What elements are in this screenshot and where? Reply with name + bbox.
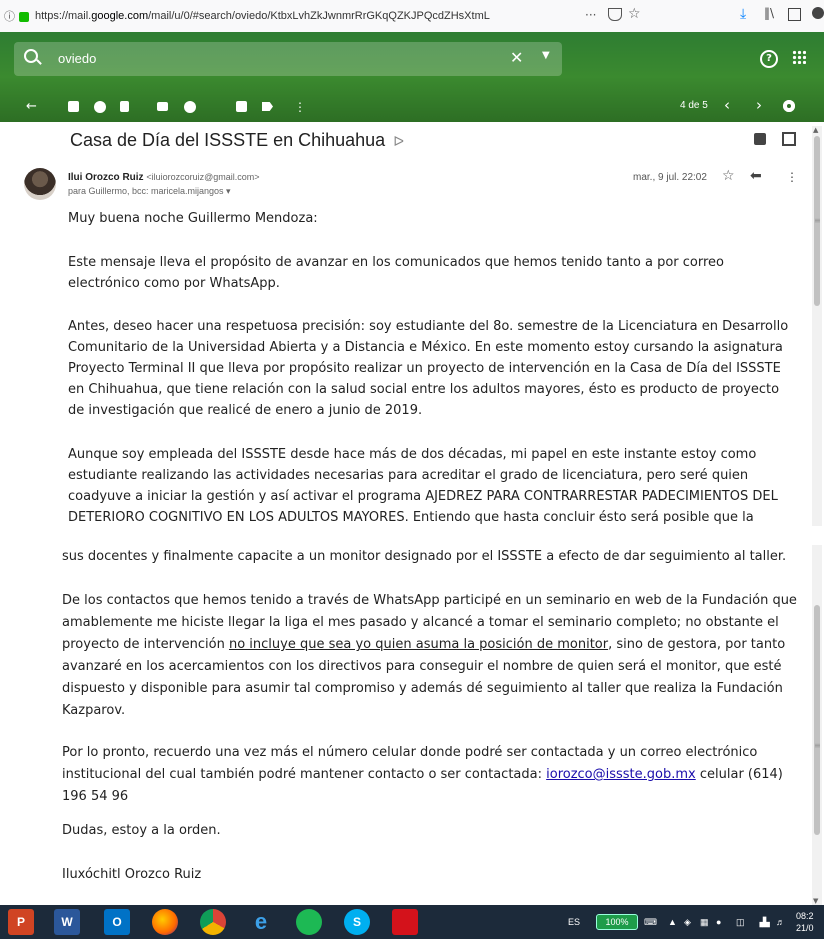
reply-icon[interactable]: ⬅ — [750, 168, 762, 184]
volume-icon[interactable]: ♬ — [776, 917, 785, 927]
message-toolbar: ← ⋮ 4 de 5 ‹ › — [0, 94, 824, 122]
pocket-icon[interactable] — [608, 8, 622, 21]
network-icon[interactable]: ◈ — [684, 917, 691, 928]
underlined-text: no incluye que sea yo quien asuma la pos… — [228, 637, 609, 652]
email-paragraph: De los contactos que hemos tenido a trav… — [62, 590, 802, 722]
star-icon[interactable]: ☆ — [722, 168, 735, 184]
email-paragraph: sus docentes y finalmente capacite a un … — [62, 549, 787, 564]
battery-indicator[interactable]: 100% — [596, 914, 638, 930]
bookmark-star-icon[interactable]: ☆ — [628, 6, 641, 22]
snooze-icon[interactable] — [184, 101, 196, 113]
sender-email: <iluiorozcoruiz@gmail.com> — [146, 172, 260, 182]
apps-grid-icon[interactable] — [792, 50, 806, 64]
browser-url-bar: ⓘ https://mail.google.com/mail/u/0/#sear… — [0, 0, 824, 33]
library-icon[interactable]: ‖\ — [764, 6, 774, 20]
scroll-grip-icon: ≡ — [814, 741, 821, 750]
email-paragraph: Por lo pronto, recuerdo una vez más el n… — [62, 742, 802, 808]
email-link[interactable]: iorozco@issste.gob.mx — [546, 767, 696, 782]
pagination-count: 4 de 5 — [680, 100, 708, 111]
help-icon[interactable]: ? — [760, 50, 778, 68]
important-marker-icon[interactable]: ᐅ — [393, 133, 404, 149]
delete-icon[interactable] — [120, 101, 129, 112]
mark-unread-icon[interactable] — [157, 102, 168, 111]
older-chevron-icon[interactable]: › — [756, 96, 762, 114]
print-icon[interactable] — [754, 133, 766, 145]
search-bar[interactable]: oviedo ✕ ▼ — [14, 42, 562, 76]
message-date: mar., 9 jul. 22:02 — [633, 172, 707, 183]
lock-icon[interactable] — [19, 12, 29, 22]
subject-text: Casa de Día del ISSSTE en Chihuahua — [70, 130, 386, 150]
archive-icon[interactable] — [68, 101, 79, 112]
email-paragraph: Antes, deseo hacer una respetuosa precis… — [68, 319, 789, 418]
url-path: /mail/u/0/#search/oviedo/KtbxLvhZkJwnmrR… — [148, 10, 490, 22]
word-icon[interactable]: W — [54, 909, 80, 935]
spotify-icon[interactable] — [296, 909, 322, 935]
scrollbar[interactable]: ≡ ▼ — [812, 545, 822, 905]
system-clock[interactable]: 08:2 21/0 — [796, 910, 814, 934]
more-actions-icon[interactable]: ⋮ — [294, 100, 306, 114]
url-domain: google.com — [91, 10, 149, 22]
scroll-grip-icon: ≡ — [814, 216, 821, 225]
chrome-icon[interactable] — [200, 909, 226, 935]
recipients-toggle[interactable]: para Guillermo, bcc: maricela.mijangos ▾ — [68, 186, 231, 197]
search-input[interactable]: oviedo — [58, 51, 96, 66]
label-icon[interactable] — [262, 102, 273, 111]
search-options-icon[interactable]: ▼ — [542, 50, 550, 61]
url-field[interactable]: https://mail.google.com/mail/u/0/#search… — [35, 10, 490, 22]
move-to-icon[interactable] — [236, 101, 247, 112]
scrollbar[interactable]: ▲ ≡ — [812, 126, 822, 526]
screenshot-seam — [0, 527, 824, 534]
download-icon[interactable]: ⤓ — [740, 6, 746, 22]
tray-overflow-icon[interactable]: ▲ — [668, 917, 677, 927]
security-icon[interactable]: ▦ — [700, 917, 709, 928]
keyboard-icon[interactable]: ⌨ — [644, 917, 657, 928]
powerpoint-icon[interactable]: P — [8, 909, 34, 935]
windows-taskbar: P W O e S ES 100% ⌨ ▲ ◈ ▦ ● ◫ ▗▙ ♬ 08:2 … — [0, 905, 824, 939]
acrobat-icon[interactable] — [392, 909, 418, 935]
report-spam-icon[interactable] — [94, 101, 106, 113]
language-indicator[interactable]: ES — [568, 917, 580, 927]
outlook-icon[interactable]: O — [104, 909, 130, 935]
internet-explorer-icon[interactable]: e — [248, 909, 274, 935]
sidebar-icon[interactable] — [788, 8, 801, 21]
sender-line: Ilui Orozco Ruiz <iluiorozcoruiz@gmail.c… — [68, 172, 260, 183]
more-options-icon[interactable]: ⋮ — [786, 170, 798, 184]
settings-gear-icon[interactable] — [783, 100, 795, 112]
info-icon[interactable]: ⓘ — [4, 8, 15, 24]
url-prefix: https://mail. — [35, 10, 92, 22]
firefox-icon[interactable] — [152, 909, 178, 935]
sender-name[interactable]: Ilui Orozco Ruiz — [68, 172, 144, 183]
clock-time: 08:2 — [796, 911, 814, 921]
scrollbar-thumb[interactable] — [814, 605, 820, 835]
email-signature: Iluxóchitl Orozco Ruiz — [62, 867, 202, 882]
wifi-signal-icon[interactable]: ▗▙ — [756, 917, 770, 928]
back-arrow-icon[interactable]: ← — [26, 100, 37, 114]
email-greeting: Muy buena noche Guillermo Mendoza: — [68, 211, 318, 226]
clear-search-icon[interactable]: ✕ — [510, 48, 523, 67]
extension-icon[interactable] — [812, 7, 824, 19]
gmail-header: oviedo ✕ ▼ ? ← ⋮ 4 de 5 ‹ › — [0, 32, 824, 122]
page-actions-button[interactable]: ··· — [585, 8, 596, 22]
newer-chevron-icon[interactable]: ‹ — [724, 96, 730, 114]
scroll-up-icon[interactable]: ▲ — [813, 126, 818, 134]
clock-date: 21/0 — [796, 923, 814, 933]
open-new-window-icon[interactable] — [782, 132, 796, 146]
device-icon[interactable]: ◫ — [736, 917, 745, 928]
skype-icon[interactable]: S — [344, 909, 370, 935]
scroll-down-icon[interactable]: ▼ — [813, 897, 818, 905]
email-subject: Casa de Día del ISSSTE en Chihuahua ᐅ — [70, 130, 404, 151]
search-icon[interactable] — [24, 49, 38, 63]
avatar[interactable] — [24, 168, 56, 200]
antivirus-icon[interactable]: ● — [716, 917, 721, 927]
email-paragraph: Dudas, estoy a la orden. — [62, 823, 221, 838]
email-paragraph: Este mensaje lleva el propósito de avanz… — [68, 255, 724, 291]
